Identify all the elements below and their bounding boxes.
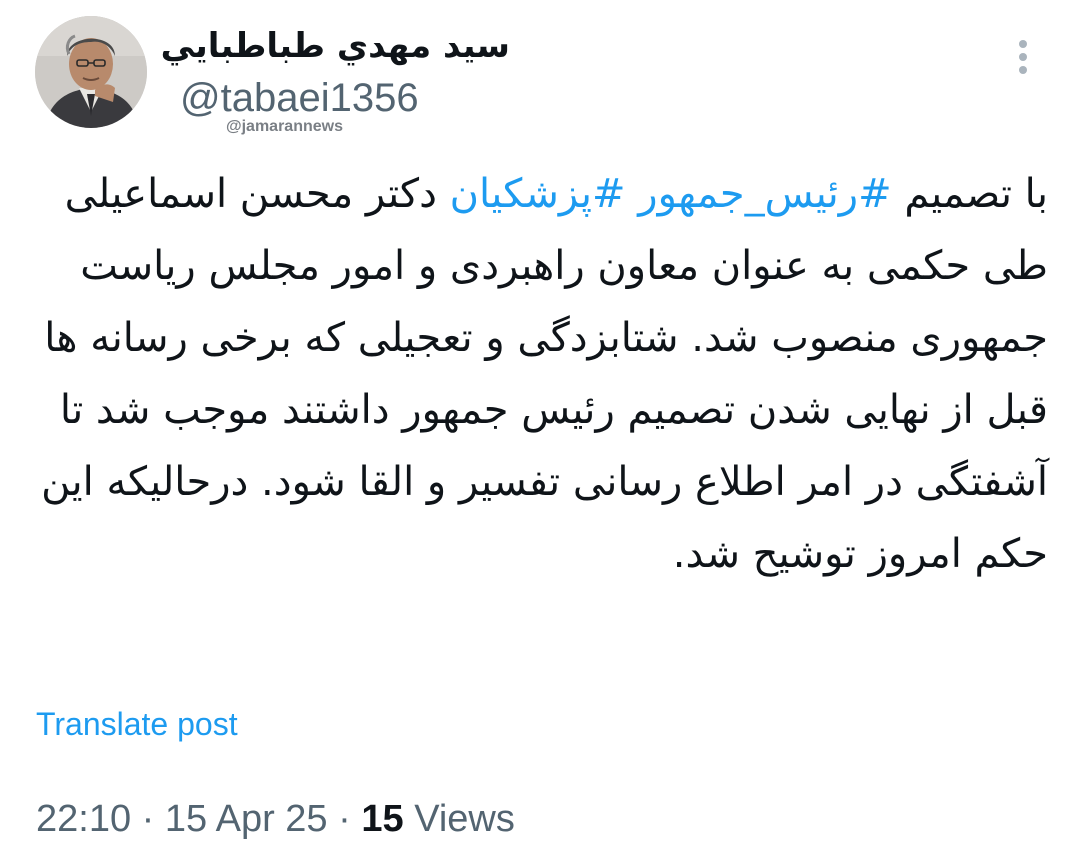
- more-icon-dot: [1019, 40, 1027, 48]
- more-vertical-icon[interactable]: [1010, 40, 1036, 80]
- views-count: 15: [361, 798, 404, 840]
- avatar[interactable]: [35, 16, 147, 128]
- tweet-text-body: دکتر محسن اسماعیلی طی حکمی به عنوان معاو…: [41, 171, 1048, 577]
- author-display-name[interactable]: سيد مهدي طباطبايي: [161, 24, 510, 68]
- author-handle[interactable]: @tabaei1356: [180, 74, 419, 122]
- tweet-metadata: 22:10 · 15 Apr 25 · 15 Views: [36, 797, 515, 841]
- avatar-image: [35, 16, 147, 128]
- more-icon-dot: [1019, 66, 1027, 74]
- hashtag-link-president[interactable]: #رئیس_جمهور: [638, 171, 891, 217]
- post-time[interactable]: 22:10: [36, 798, 131, 840]
- tweet-text-intro: با تصمیم: [891, 171, 1048, 217]
- post-date[interactable]: 15 Apr 25: [165, 798, 328, 840]
- hashtag-link-pezeshkian[interactable]: #پزشکیان: [450, 171, 626, 217]
- more-icon-dot: [1019, 53, 1027, 61]
- tweet-text: با تصمیم #رئیس_جمهور #پزشکیان دکتر محسن …: [36, 158, 1048, 590]
- tweet-header: سيد مهدي طباطبايي @tabaei1356 @jamaranne…: [0, 0, 1080, 150]
- meta-separator: ·: [338, 798, 351, 840]
- watermark-text: @jamarannews: [226, 118, 343, 135]
- meta-separator: ·: [141, 798, 155, 840]
- views-label: Views: [414, 798, 515, 840]
- translate-post-link[interactable]: Translate post: [36, 704, 238, 744]
